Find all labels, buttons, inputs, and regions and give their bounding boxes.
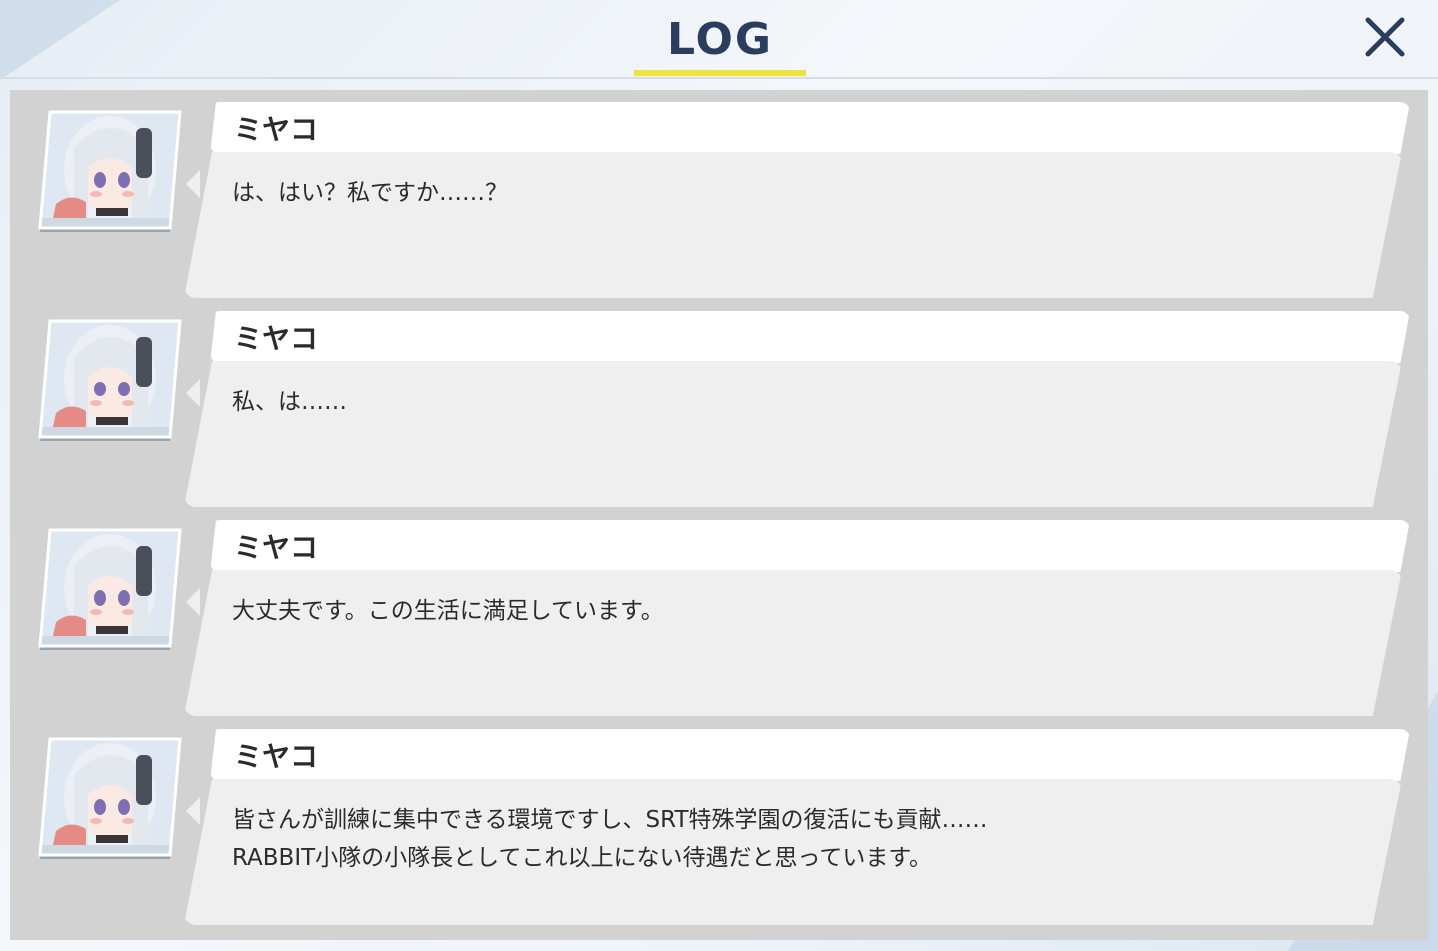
speaker-name-bar <box>210 729 1410 781</box>
message-text: 私、は…… <box>232 389 347 415</box>
avatar <box>36 526 184 650</box>
log-entry: ミヤコ は、はい？私ですか……？ <box>10 90 1428 298</box>
character-portrait-icon <box>38 737 182 859</box>
close-icon <box>1365 17 1405 57</box>
title-underline <box>634 70 806 76</box>
avatar <box>36 317 184 441</box>
message-text: は、はい？私ですか……？ <box>232 180 508 206</box>
avatar <box>36 108 184 232</box>
avatar <box>36 735 184 859</box>
speaker-name: ミヤコ <box>234 322 319 355</box>
close-button[interactable] <box>1360 12 1410 62</box>
bubble-tail <box>186 797 200 825</box>
speaker-name: ミヤコ <box>234 531 319 564</box>
log-entry: ミヤコ 大丈夫です。この生活に満足しています。 <box>10 508 1428 716</box>
character-portrait-icon <box>38 319 182 441</box>
character-portrait-icon <box>38 110 182 232</box>
speaker-name: ミヤコ <box>234 113 319 146</box>
speaker-name-bar <box>210 311 1410 363</box>
message-text: 大丈夫です。この生活に満足しています。 <box>232 598 664 624</box>
log-entry: ミヤコ 私、は…… <box>10 299 1428 507</box>
page-title: LOG <box>667 14 773 65</box>
speaker-name-bar <box>210 520 1410 572</box>
log-entry: ミヤコ 皆さんが訓練に集中できる環境ですし、SRT特殊学園の復活にも貢献…… R… <box>10 717 1428 925</box>
speaker-name-bar <box>210 102 1410 154</box>
log-header: LOG <box>0 0 1438 79</box>
bubble-tail <box>186 379 200 407</box>
header-divider <box>0 77 1438 79</box>
message-text: 皆さんが訓練に集中できる環境ですし、SRT特殊学園の復活にも貢献…… RABBI… <box>232 807 988 871</box>
log-list[interactable]: ミヤコ は、はい？私ですか……？ ミヤコ 私、は…… ミヤコ 大丈夫です。この生… <box>10 90 1428 940</box>
bubble-tail <box>186 170 200 198</box>
bubble-tail <box>186 588 200 616</box>
speaker-name: ミヤコ <box>234 740 319 773</box>
character-portrait-icon <box>38 528 182 650</box>
